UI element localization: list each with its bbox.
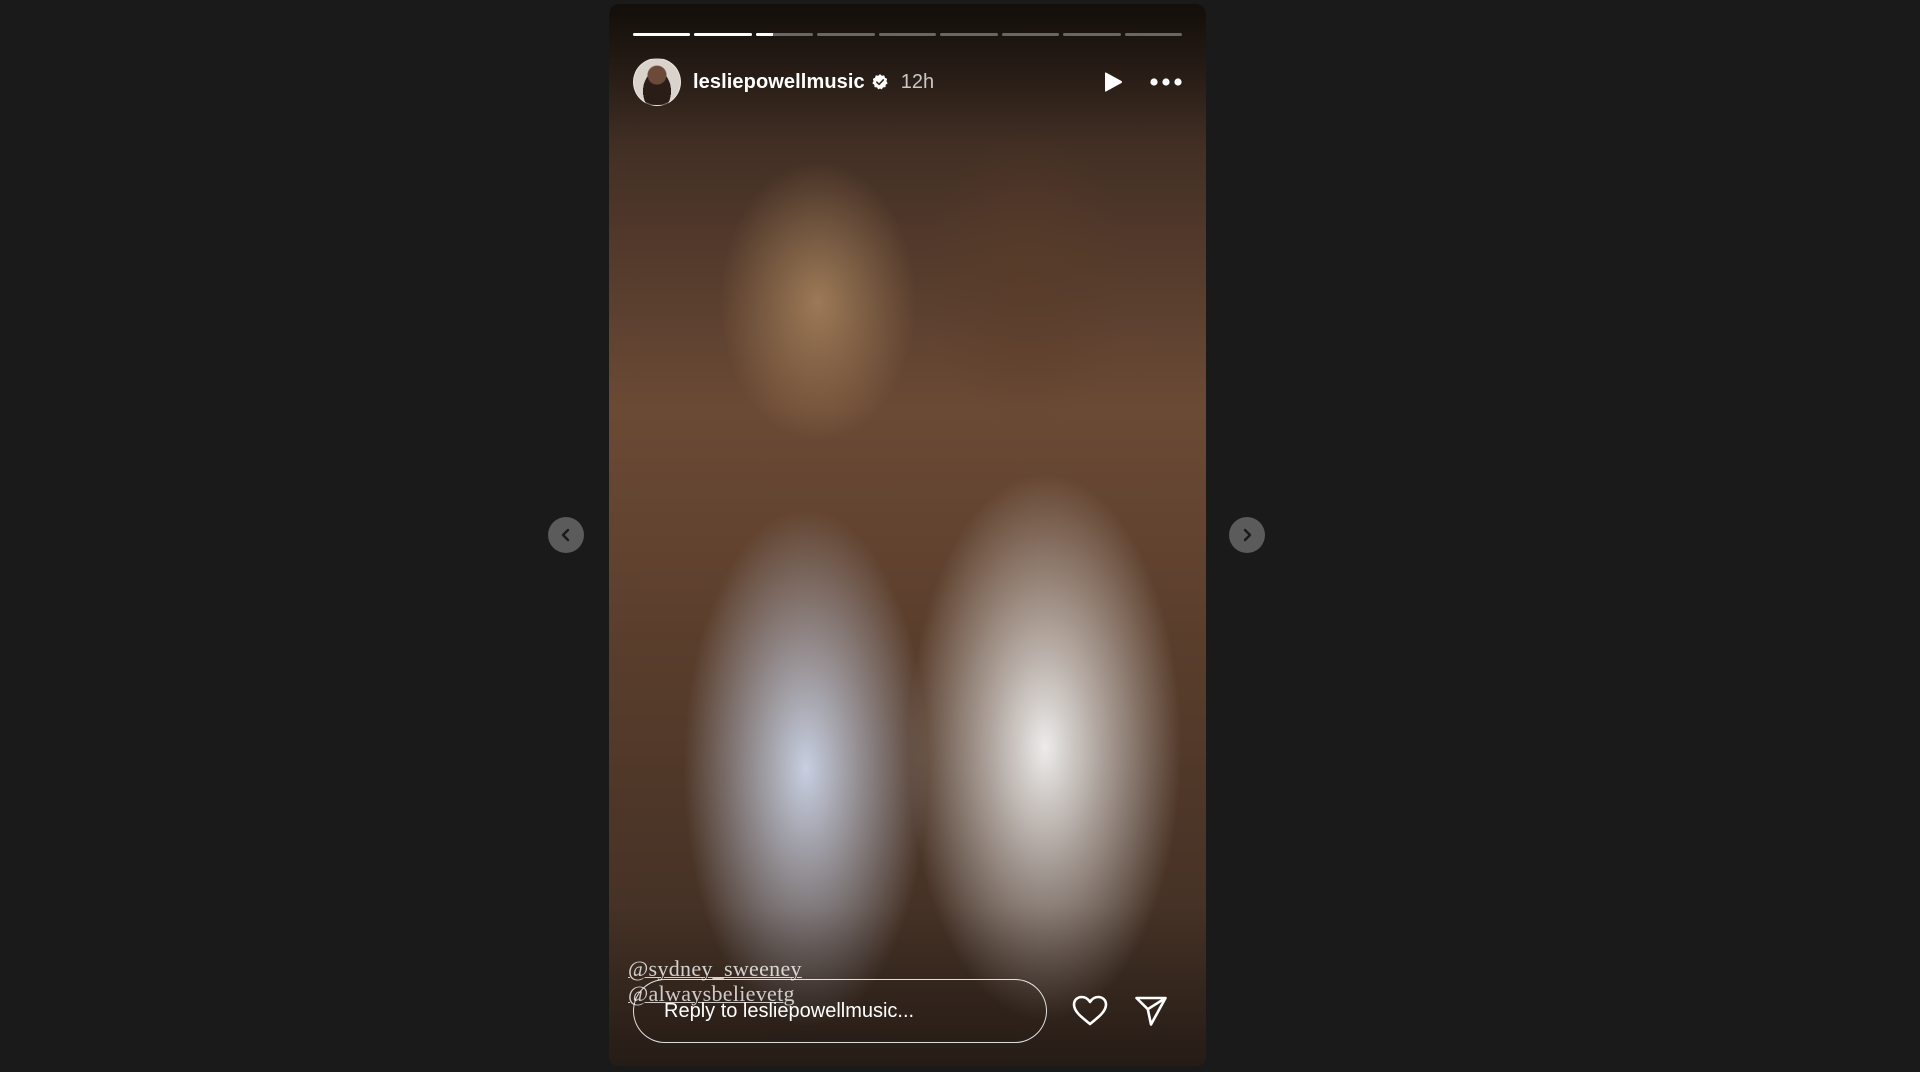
next-story-button[interactable] xyxy=(1229,517,1265,553)
story-viewer: lesliepowellmusic 12h @sydney_sweeney @a… xyxy=(0,0,1920,1072)
avatar[interactable] xyxy=(633,58,681,106)
post-time: 12h xyxy=(900,70,935,93)
verified-badge-icon xyxy=(872,74,888,90)
progress-segment xyxy=(878,33,937,36)
previous-story-button[interactable] xyxy=(548,517,584,553)
reply-placeholder: Reply to lesliepowellmusic... xyxy=(664,999,915,1022)
send-icon[interactable] xyxy=(1134,995,1168,1027)
progress-segment xyxy=(817,33,875,36)
progress-segment xyxy=(940,33,998,36)
progress-segment xyxy=(1063,33,1121,36)
progress-segment xyxy=(694,33,752,36)
progress-segment xyxy=(1124,33,1182,36)
play-icon[interactable] xyxy=(1102,70,1124,94)
more-icon[interactable] xyxy=(1150,77,1182,87)
story-footer: Reply to lesliepowellmusic... xyxy=(633,977,1182,1045)
chevron-right-icon xyxy=(1243,528,1252,542)
progress-segment xyxy=(755,33,814,36)
story-header: lesliepowellmusic 12h xyxy=(633,58,1182,106)
story-progress-bar xyxy=(633,33,1182,36)
progress-segment xyxy=(633,33,691,36)
chevron-left-icon xyxy=(561,528,570,542)
heart-icon[interactable] xyxy=(1072,995,1108,1027)
reply-input[interactable]: Reply to lesliepowellmusic... xyxy=(633,979,1047,1043)
story-card[interactable]: lesliepowellmusic 12h @sydney_sweeney @a… xyxy=(609,4,1206,1066)
progress-segment-fill xyxy=(694,33,752,36)
progress-segment-fill xyxy=(633,33,691,36)
progress-segment xyxy=(1001,33,1060,36)
username[interactable]: lesliepowellmusic xyxy=(693,71,865,94)
progress-segment-fill xyxy=(755,33,774,36)
